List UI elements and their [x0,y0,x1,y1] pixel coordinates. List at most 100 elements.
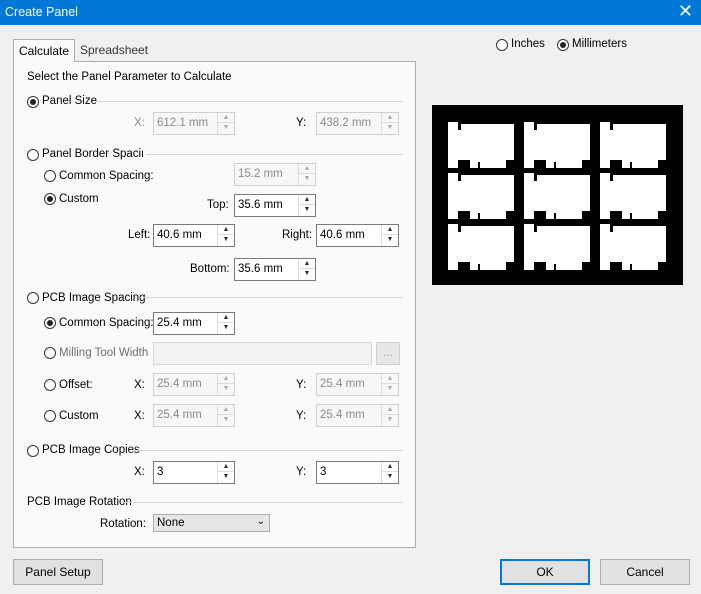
spin-up-icon[interactable]: ▲ [218,462,234,472]
border-common-label: Common Spacing: [59,170,154,182]
spin-buttons[interactable]: ▲ ▼ [381,462,398,483]
spin-down-icon[interactable]: ▼ [299,174,315,184]
spin-buttons[interactable]: ▲ ▼ [298,259,315,280]
offset-label: Offset: [59,379,93,391]
spin-up-icon[interactable]: ▲ [299,195,315,205]
spin-up-icon[interactable]: ▲ [218,313,234,323]
spin-up-icon[interactable]: ▲ [382,225,398,235]
spin-up-icon[interactable]: ▲ [218,374,234,384]
image-spacing-radio[interactable] [27,292,39,304]
spin-down-icon[interactable]: ▼ [218,235,234,245]
divider [134,450,403,451]
panel-size-y-input[interactable]: 438.2 mm ▲ ▼ [316,112,399,135]
panel-size-radio[interactable] [27,96,39,108]
pcb-image [524,224,590,270]
custom-y-label: Y: [296,410,307,422]
custom-y-input[interactable]: 25.4 mm ▲ ▼ [316,404,399,427]
millimeters-radio[interactable] [557,39,569,51]
rotation-select[interactable]: None ⌄ [153,514,270,532]
milling-radio[interactable] [44,347,56,359]
offset-x-input[interactable]: 25.4 mm ▲ ▼ [153,373,235,396]
spin-buttons[interactable]: ▲ ▼ [381,225,398,246]
spacing-common-input[interactable]: 25.4 mm ▲ ▼ [153,312,235,335]
spin-buttons[interactable]: ▲ ▼ [217,405,234,426]
spin-down-icon[interactable]: ▼ [382,384,398,394]
spin-down-icon[interactable]: ▼ [218,123,234,133]
spin-down-icon[interactable]: ▼ [382,472,398,482]
spin-up-icon[interactable]: ▲ [382,113,398,123]
border-left-value: 40.6 mm [157,229,202,241]
border-right-input[interactable]: 40.6 mm ▲ ▼ [316,224,399,247]
window-title: Create Panel [5,5,78,19]
border-custom-radio[interactable] [44,193,56,205]
border-common-radio[interactable] [44,170,56,182]
spin-down-icon[interactable]: ▼ [218,384,234,394]
spin-up-icon[interactable]: ▲ [382,374,398,384]
spacing-custom-radio[interactable] [44,410,56,422]
tab-spreadsheet[interactable]: Spreadsheet [75,39,153,62]
spin-down-icon[interactable]: ▼ [218,415,234,425]
spin-buttons[interactable]: ▲ ▼ [381,113,398,134]
spin-buttons[interactable]: ▲ ▼ [298,164,315,185]
divider [124,502,403,503]
border-bottom-input[interactable]: 35.6 mm ▲ ▼ [234,258,316,281]
spin-up-icon[interactable]: ▲ [382,462,398,472]
offset-y-value: 25.4 mm [320,378,365,390]
border-common-input[interactable]: 15.2 mm ▲ ▼ [234,163,316,186]
ok-button[interactable]: OK [500,559,590,585]
pcb-image [600,122,666,168]
inches-radio[interactable] [496,39,508,51]
border-top-input[interactable]: 35.6 mm ▲ ▼ [234,194,316,217]
spin-buttons[interactable]: ▲ ▼ [217,313,234,334]
spin-down-icon[interactable]: ▼ [218,323,234,333]
spin-buttons[interactable]: ▲ ▼ [381,405,398,426]
panel-size-x-input[interactable]: 612.1 mm ▲ ▼ [153,112,235,135]
spin-up-icon[interactable]: ▲ [218,405,234,415]
spin-buttons[interactable]: ▲ ▼ [217,462,234,483]
copies-y-input[interactable]: 3 ▲ ▼ [316,461,399,484]
divider [146,154,403,155]
offset-x-value: 25.4 mm [157,378,202,390]
spin-up-icon[interactable]: ▲ [299,164,315,174]
copies-radio[interactable] [27,445,39,457]
spin-down-icon[interactable]: ▼ [382,415,398,425]
border-common-value: 15.2 mm [238,168,283,180]
spin-up-icon[interactable]: ▲ [382,405,398,415]
border-spacing-label: Panel Border Spacing [42,148,143,160]
custom-x-value: 25.4 mm [157,409,202,421]
spin-down-icon[interactable]: ▼ [382,235,398,245]
pcb-image [600,224,666,270]
copies-x-input[interactable]: 3 ▲ ▼ [153,461,235,484]
milling-browse-button[interactable]: ... [376,342,400,365]
spin-buttons[interactable]: ▲ ▼ [298,195,315,216]
cancel-button[interactable]: Cancel [600,559,690,585]
panel-heading: Select the Panel Parameter to Calculate [27,71,232,83]
spacing-common-radio[interactable] [44,317,56,329]
tab-calculate[interactable]: Calculate [13,39,76,62]
spin-down-icon[interactable]: ▼ [299,205,315,215]
panel-setup-button[interactable]: Panel Setup [13,559,103,585]
spin-buttons[interactable]: ▲ ▼ [217,113,234,134]
spin-buttons[interactable]: ▲ ▼ [217,225,234,246]
close-icon[interactable]: ✕ [678,2,693,20]
offset-y-input[interactable]: 25.4 mm ▲ ▼ [316,373,399,396]
milling-input[interactable] [153,342,372,365]
divider [96,101,403,102]
spin-up-icon[interactable]: ▲ [299,259,315,269]
border-left-input[interactable]: 40.6 mm ▲ ▼ [153,224,235,247]
spacing-custom-label: Custom [59,410,99,422]
border-spacing-radio[interactable] [27,149,39,161]
spin-down-icon[interactable]: ▼ [299,269,315,279]
image-spacing-label: PCB Image Spacing [42,292,146,304]
spin-down-icon[interactable]: ▼ [218,472,234,482]
pcb-image [524,173,590,219]
spin-buttons[interactable]: ▲ ▼ [381,374,398,395]
spin-buttons[interactable]: ▲ ▼ [217,374,234,395]
custom-x-label: X: [134,410,145,422]
spin-up-icon[interactable]: ▲ [218,225,234,235]
offset-radio[interactable] [44,379,56,391]
spin-up-icon[interactable]: ▲ [218,113,234,123]
spin-down-icon[interactable]: ▼ [382,123,398,133]
custom-x-input[interactable]: 25.4 mm ▲ ▼ [153,404,235,427]
chevron-down-icon: ⌄ [256,516,265,527]
